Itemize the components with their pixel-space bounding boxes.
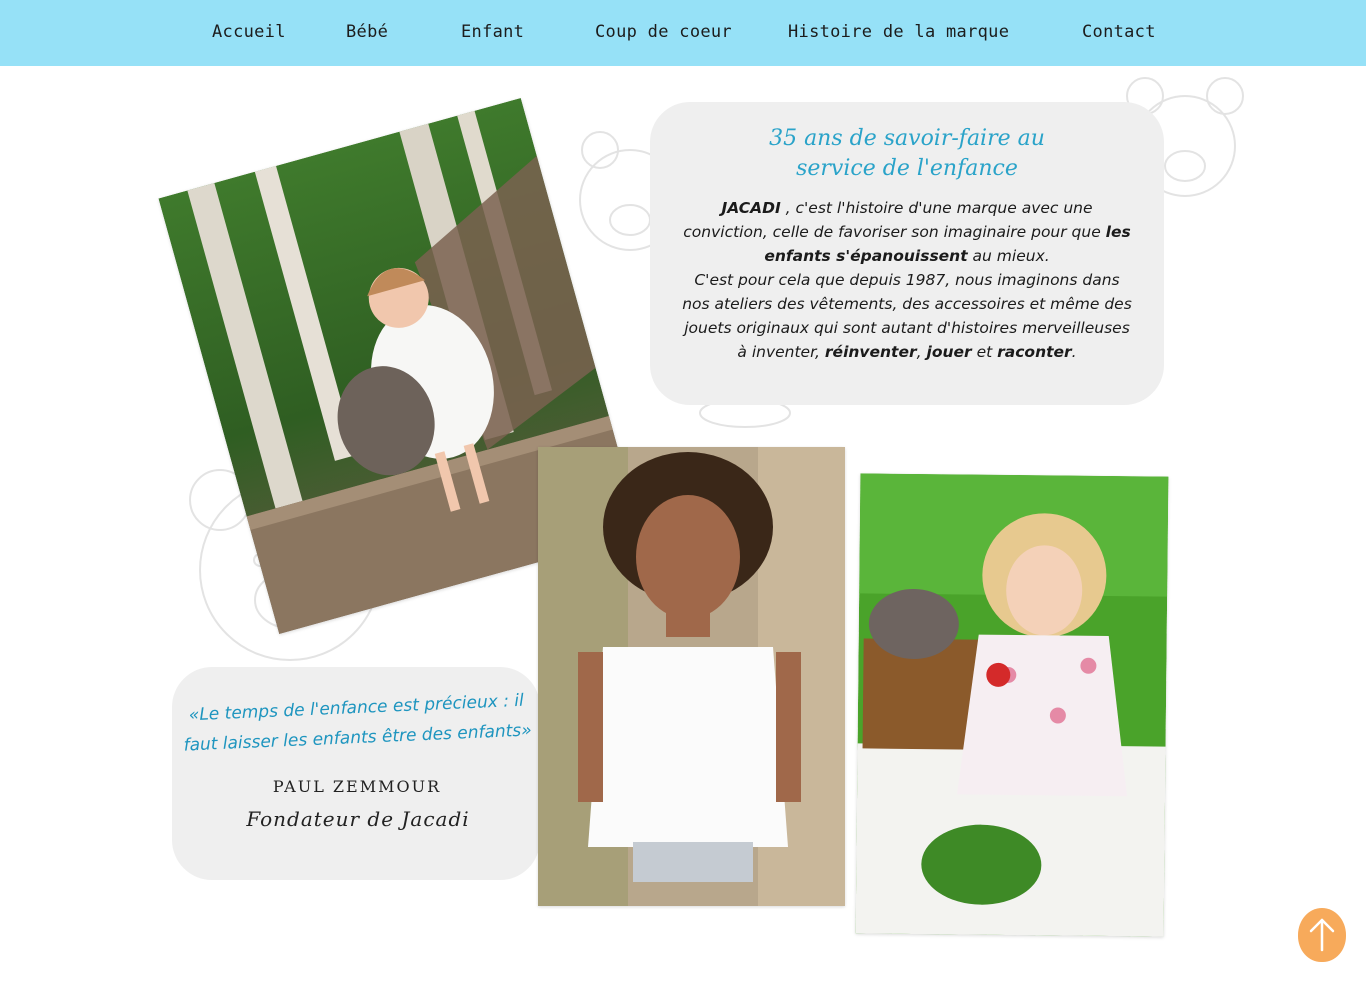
brand-name: JACADI — [721, 199, 781, 217]
intro-text-part: et — [971, 343, 998, 361]
intro-text-part: au mieux. — [967, 247, 1050, 265]
intro-card: 35 ans de savoir-faire au service de l'e… — [650, 102, 1164, 405]
intro-bold: jouer — [926, 343, 972, 361]
back-to-top-button[interactable] — [1298, 908, 1346, 962]
quote-author: PAUL ZEMMOUR — [272, 777, 442, 796]
intro-bold: raconter — [997, 343, 1072, 361]
intro-bold: réinventer — [824, 343, 917, 361]
nav-enfant[interactable]: Enfant — [461, 22, 524, 42]
intro-text-part: . — [1071, 343, 1077, 361]
intro-paragraph: JACADI , c'est l'histoire d'une marque a… — [680, 196, 1134, 364]
intro-title: 35 ans de savoir-faire au service de l'e… — [650, 124, 1164, 184]
founder-quote: «Le temps de l'enfance est précieux : il… — [181, 685, 533, 760]
intro-title-line2: service de l'enfance — [796, 156, 1018, 181]
nav-coup-de-coeur[interactable]: Coup de coeur — [595, 22, 732, 42]
photo-girl-picnic — [855, 473, 1169, 937]
nav-histoire[interactable]: Histoire de la marque — [788, 22, 1009, 42]
quote-card: «Le temps de l'enfance est précieux : il… — [172, 667, 540, 880]
photo-girl-curly-hair — [538, 447, 845, 906]
nav-contact[interactable]: Contact — [1082, 22, 1156, 42]
top-nav: Accueil Bébé Enfant Coup de coeur Histoi… — [0, 0, 1366, 66]
quote-author-role: Fondateur de Jacadi — [246, 807, 470, 831]
intro-title-line1: 35 ans de savoir-faire au — [769, 126, 1045, 151]
intro-text-part: , — [916, 343, 927, 361]
nav-bebe[interactable]: Bébé — [346, 22, 388, 42]
nav-accueil[interactable]: Accueil — [212, 22, 286, 42]
arrow-up-icon — [1309, 918, 1335, 952]
